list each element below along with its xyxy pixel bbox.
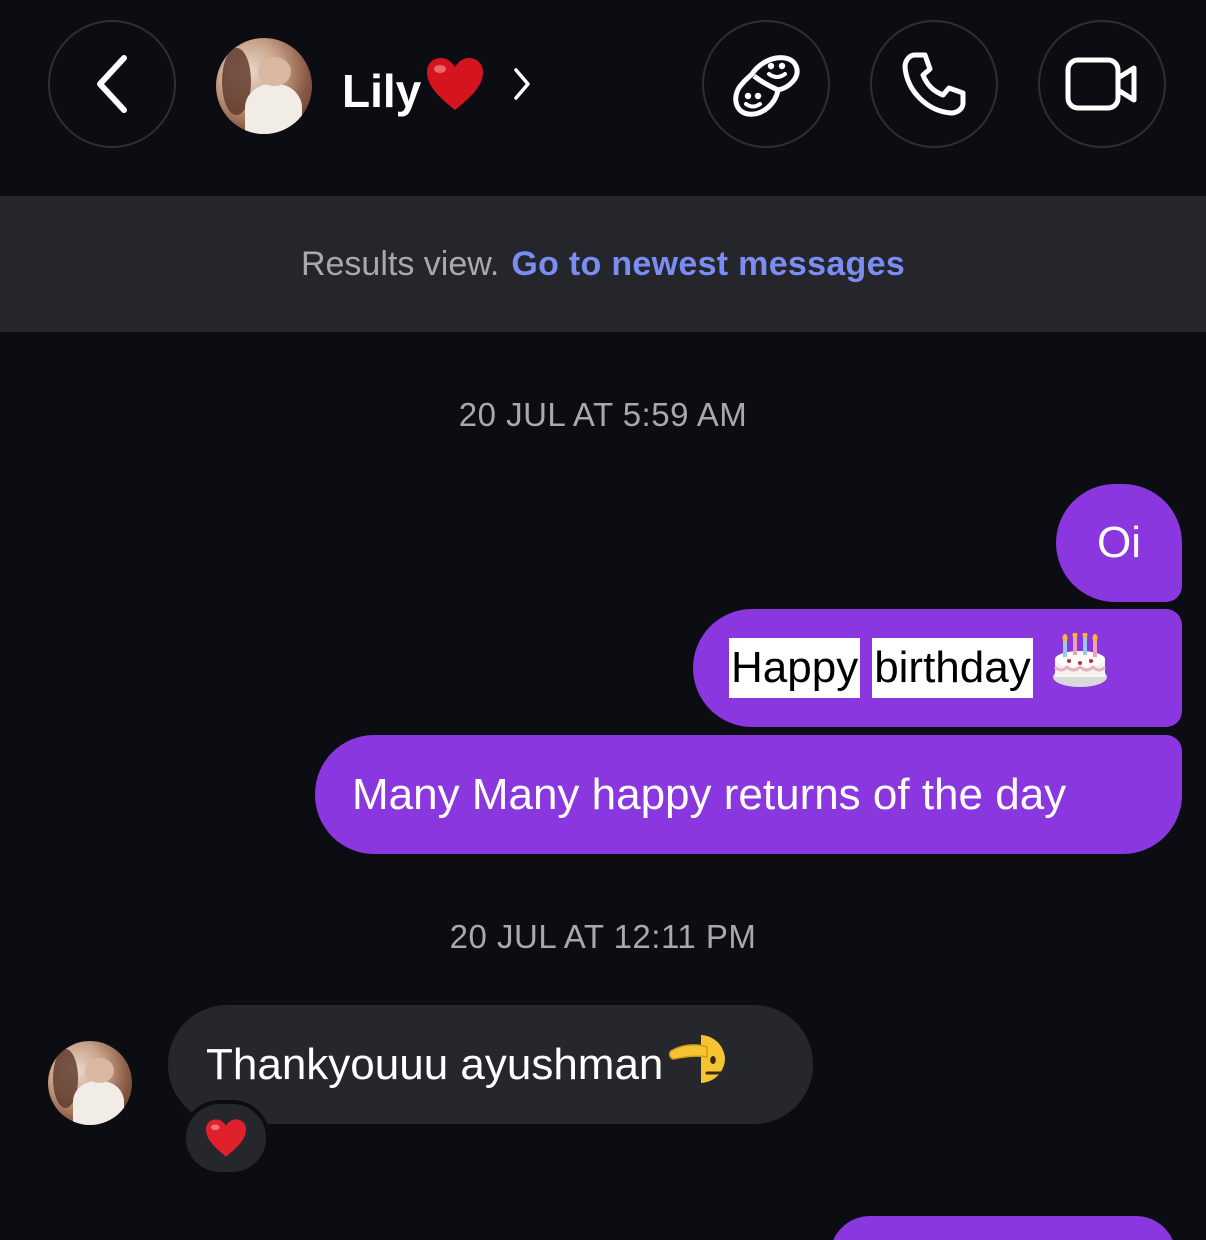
timestamp: 20 JUL AT 12:11 PM — [449, 918, 757, 955]
red-heart-icon — [206, 1119, 246, 1157]
sender-avatar[interactable] — [48, 1041, 132, 1125]
outgoing-message-partial[interactable] — [830, 1216, 1176, 1240]
outgoing-message[interactable]: Many Many happy returns of the day — [315, 735, 1182, 854]
message-text: Many Many happy returns of the day — [352, 769, 1067, 819]
highlighted-search-term: birthday — [872, 638, 1033, 698]
reaction-badge[interactable] — [182, 1100, 270, 1176]
call-button[interactable] — [870, 20, 998, 148]
incoming-message[interactable]: Thankyouuu ayushman — [168, 1005, 813, 1124]
results-banner: Results view. Go to newest messages — [0, 196, 1206, 332]
video-camera-icon — [1065, 57, 1137, 111]
outgoing-message[interactable]: Oi — [1056, 484, 1182, 602]
birthday-cake-icon — [1051, 632, 1109, 703]
highlighted-search-term: Happy — [729, 638, 861, 698]
chevron-right-icon[interactable] — [510, 64, 534, 104]
results-view-label: Results view. — [300, 244, 500, 283]
back-button[interactable] — [48, 20, 176, 148]
contact-name-text: Lily — [342, 64, 422, 117]
go-to-newest-link[interactable]: Go to newest messages — [511, 245, 905, 284]
message-text: Oi — [1097, 518, 1141, 567]
outgoing-message[interactable]: Happy birthday — [693, 609, 1182, 727]
message-text: Thankyouuu ayushman — [206, 1039, 664, 1089]
contact-name[interactable]: Lily — [342, 56, 485, 125]
saluting-face-icon — [667, 1029, 731, 1101]
sticker-button[interactable] — [702, 20, 830, 148]
chevron-left-icon — [97, 55, 127, 113]
chat-header: Lily — [0, 0, 1206, 196]
timestamp: 20 JUL AT 5:59 AM — [458, 396, 748, 433]
red-heart-icon — [425, 56, 485, 125]
chat-screen: Lily Results view. Go to newest messages… — [0, 0, 1206, 1240]
sticker-faces-icon — [733, 55, 800, 117]
phone-icon — [902, 52, 966, 116]
video-call-button[interactable] — [1038, 20, 1166, 148]
contact-avatar[interactable] — [216, 38, 312, 134]
